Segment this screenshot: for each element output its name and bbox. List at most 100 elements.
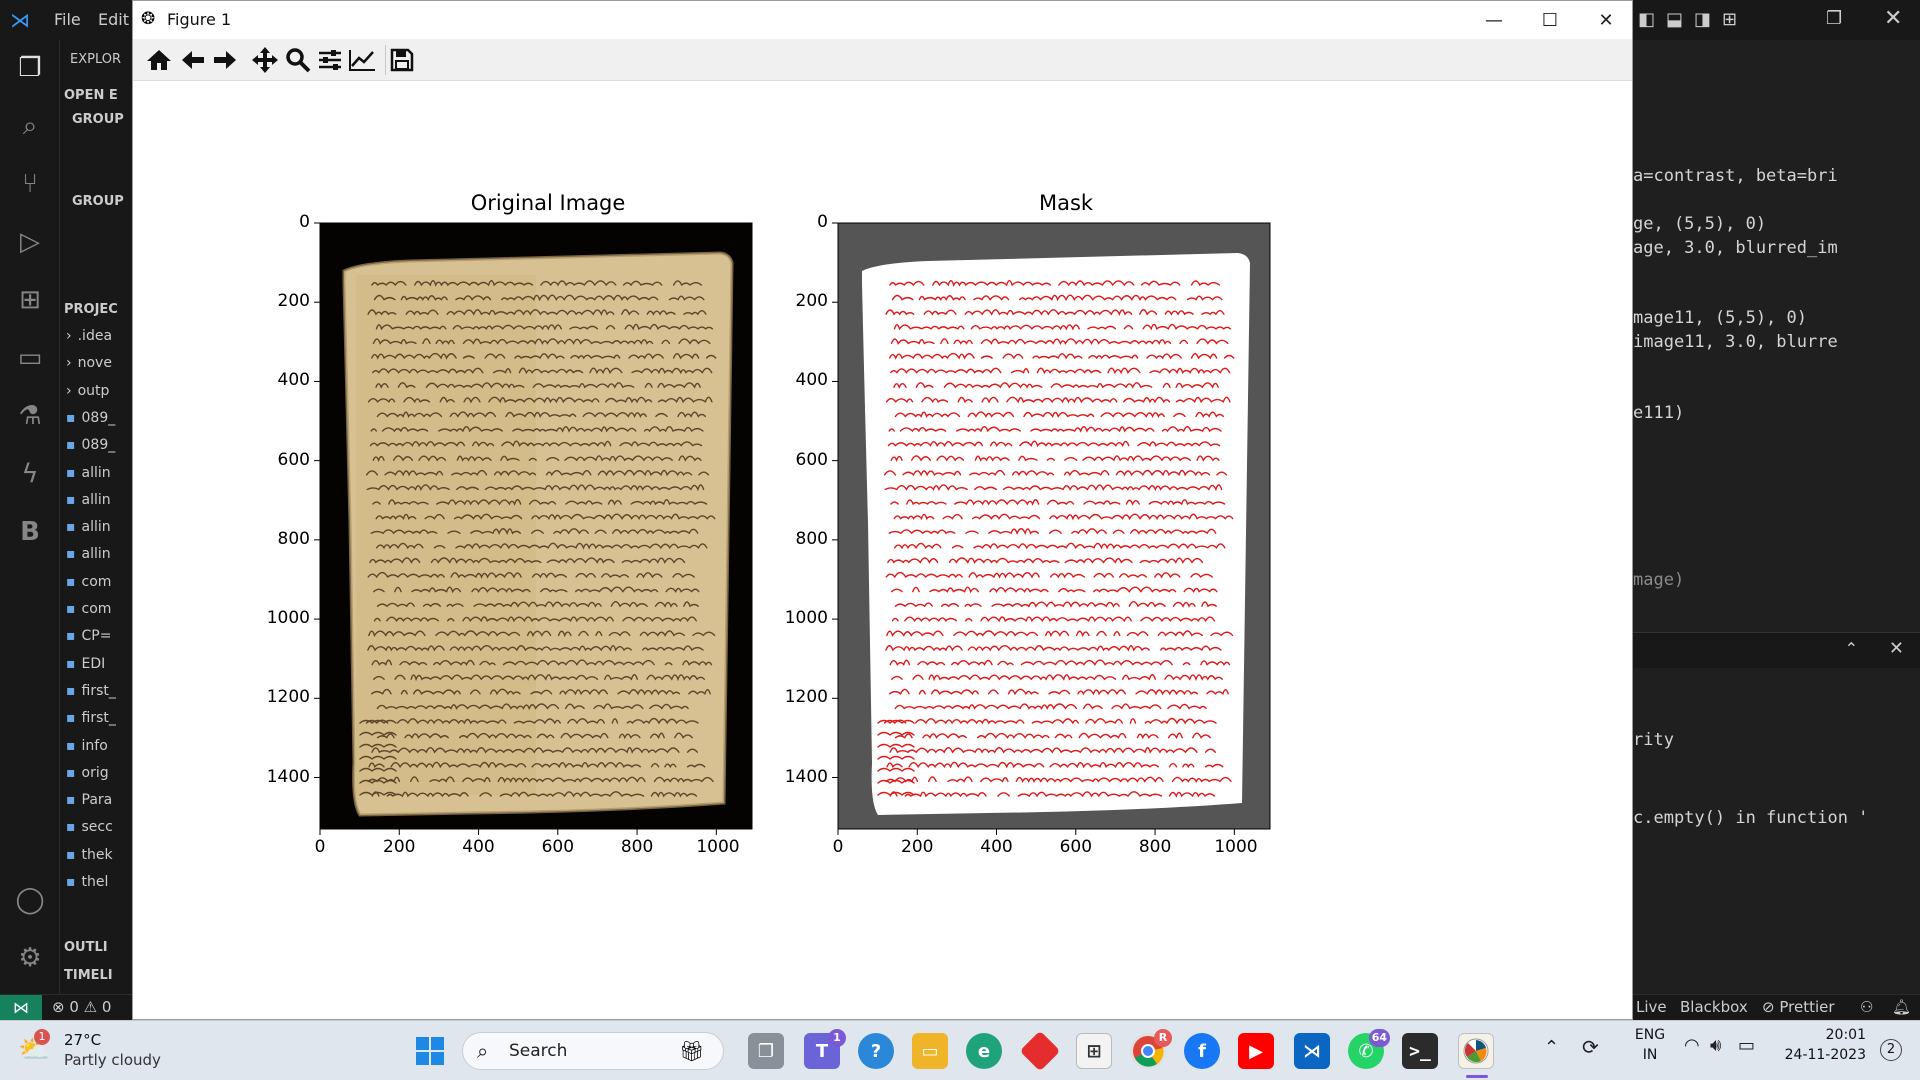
- toggle-panel-icon[interactable]: ⬓: [1666, 9, 1683, 30]
- save-button[interactable]: [385, 45, 417, 75]
- file-tree-item[interactable]: ▪ CP=: [66, 624, 111, 648]
- file-icon: ▪: [66, 874, 76, 890]
- timeline-header[interactable]: TIMELI: [64, 964, 113, 988]
- group-header[interactable]: GROUP: [72, 190, 124, 214]
- file-tree-item[interactable]: ▪ 089_: [66, 433, 115, 457]
- home-button[interactable]: [143, 45, 175, 75]
- file-tree-item[interactable]: › nove: [66, 351, 112, 375]
- show-hidden-icons-icon[interactable]: ⌃: [1544, 1037, 1559, 1058]
- y-tick-label: 400: [277, 370, 310, 391]
- file-tree-item[interactable]: ▪ thek: [66, 843, 113, 867]
- settings-gear-icon[interactable]: ⚙: [12, 940, 48, 976]
- edge-icon[interactable]: e: [966, 1033, 1002, 1069]
- microsoft-store-icon[interactable]: ⊞: [1076, 1033, 1112, 1069]
- facebook-icon[interactable]: f: [1184, 1033, 1220, 1069]
- outline-header[interactable]: OUTLI: [64, 936, 108, 960]
- file-icon: ▪: [66, 519, 76, 536]
- remote-icon[interactable]: ⋈: [0, 995, 42, 1021]
- task-view-icon[interactable]: ❐: [748, 1033, 784, 1069]
- minimize-button[interactable]: —: [1466, 1, 1522, 39]
- app-red-diamond-icon[interactable]: [1019, 1030, 1061, 1072]
- source-control-icon[interactable]: ⑂: [12, 166, 48, 202]
- battery-icon[interactable]: ▭: [1738, 1035, 1755, 1056]
- open-editors-header[interactable]: OPEN E: [64, 84, 118, 108]
- vscode-taskbar-icon[interactable]: ⋊: [1294, 1033, 1330, 1069]
- pan-button[interactable]: [249, 45, 281, 75]
- file-tree-item[interactable]: ▪ first_: [66, 706, 116, 730]
- menu-file[interactable]: File: [54, 10, 81, 29]
- file-tree-item[interactable]: ▪ allin: [66, 515, 111, 539]
- run-debug-icon[interactable]: ▷: [12, 224, 48, 260]
- group-header[interactable]: GROUP: [72, 108, 124, 132]
- testing-icon[interactable]: ⚗: [12, 398, 48, 434]
- search-icon[interactable]: ⌕: [12, 108, 48, 144]
- file-tree-item[interactable]: › .idea: [66, 324, 112, 348]
- maximize-button[interactable]: ☐: [1522, 1, 1578, 39]
- project-header[interactable]: PROJEC: [64, 298, 118, 322]
- home-icon: [147, 50, 171, 70]
- weather-widget[interactable]: ⛅ 1 27°C Partly cloudy: [18, 1029, 218, 1073]
- matplotlib-taskbar-icon[interactable]: [1458, 1033, 1494, 1069]
- live-server-item[interactable]: Live: [1636, 998, 1667, 1016]
- accounts-status-icon[interactable]: ⚇: [1860, 998, 1873, 1016]
- notification-count[interactable]: 2: [1880, 1039, 1902, 1061]
- blackbox-icon[interactable]: B: [12, 514, 48, 550]
- forward-button[interactable]: [209, 45, 241, 75]
- menu-edit[interactable]: Edit: [98, 10, 129, 29]
- file-tree-item[interactable]: ▪ orig: [66, 761, 109, 785]
- clock[interactable]: 20:01 24-11-2023: [1776, 1027, 1866, 1073]
- close-icon[interactable]: ✕: [1884, 6, 1902, 31]
- explorer-icon[interactable]: ❐: [12, 50, 48, 86]
- close-panel-icon[interactable]: ✕: [1889, 638, 1904, 659]
- file-tree-item[interactable]: › outp: [66, 379, 109, 403]
- notifications-bell-icon[interactable]: 🔔︎: [1892, 998, 1911, 1016]
- teams-icon[interactable]: T1: [804, 1029, 846, 1069]
- file-tree-item[interactable]: ▪ thel: [66, 870, 108, 894]
- file-tree-item[interactable]: ▪ info: [66, 734, 108, 758]
- account-icon[interactable]: ◯: [12, 882, 48, 918]
- restore-icon[interactable]: ❐: [1826, 8, 1842, 29]
- prettier-item[interactable]: ⊘ Prettier: [1762, 998, 1835, 1016]
- start-button[interactable]: [412, 1033, 448, 1069]
- toggle-secondary-sidebar-icon[interactable]: ◨: [1694, 9, 1711, 30]
- close-window-button[interactable]: ✕: [1578, 1, 1634, 39]
- remote-explorer-icon[interactable]: ▭: [12, 340, 48, 376]
- customize-layout-icon[interactable]: ⊞: [1722, 9, 1737, 30]
- terminal-icon[interactable]: >_: [1402, 1033, 1438, 1069]
- edit-axis-button[interactable]: [346, 45, 378, 75]
- file-tree-item[interactable]: ▪ Para: [66, 788, 112, 812]
- file-tree-item[interactable]: ▪ first_: [66, 679, 116, 703]
- configure-subplots-button[interactable]: [314, 45, 346, 75]
- wifi-icon[interactable]: ◠: [1684, 1035, 1700, 1056]
- file-explorer-icon[interactable]: ▭: [912, 1033, 948, 1069]
- file-tree-item[interactable]: ▪ com: [66, 570, 111, 594]
- file-tree-item[interactable]: ▪ allin: [66, 461, 111, 485]
- extensions-icon[interactable]: ⊞: [12, 282, 48, 318]
- file-tree-item[interactable]: ▪ allin: [66, 488, 111, 512]
- file-icon: ▪: [66, 409, 76, 426]
- file-tree-item[interactable]: ▪ secc: [66, 815, 113, 839]
- zoom-button[interactable]: [282, 45, 314, 75]
- help-icon[interactable]: ?: [858, 1033, 894, 1069]
- taskbar-search-box[interactable]: ⌕ Search 🎁︎: [462, 1032, 724, 1070]
- y-tick-label: 1000: [784, 608, 828, 629]
- youtube-icon[interactable]: ▶: [1238, 1033, 1274, 1069]
- language-indicator[interactable]: ENG IN: [1630, 1027, 1670, 1073]
- lightning-icon[interactable]: ϟ: [12, 456, 48, 492]
- file-tree-item[interactable]: ▪ com: [66, 597, 111, 621]
- chrome-icon[interactable]: R: [1130, 1029, 1172, 1069]
- file-tree-item[interactable]: ▪ allin: [66, 542, 111, 566]
- y-tick-label: 400: [795, 370, 828, 391]
- whatsapp-icon[interactable]: ✆ 64: [1348, 1029, 1390, 1069]
- maximize-panel-icon[interactable]: ⌃: [1845, 639, 1858, 658]
- file-tree-item[interactable]: ▪ EDI: [66, 652, 105, 676]
- toggle-sidebar-icon[interactable]: ◧: [1638, 9, 1655, 30]
- sync-icon[interactable]: ⟳: [1582, 1035, 1599, 1059]
- back-button[interactable]: [177, 45, 209, 75]
- volume-icon[interactable]: 🔊︎: [1710, 1035, 1721, 1056]
- file-tree-label: thel: [81, 874, 109, 890]
- figure-canvas[interactable]: Original Image Mask 0 200 400 600 800 1000 0 20…: [133, 81, 1632, 1019]
- blackbox-item[interactable]: Blackbox: [1680, 998, 1748, 1016]
- file-tree-item[interactable]: ▪ 089_: [66, 406, 115, 430]
- problems-indicator[interactable]: ⊗ 0 ⚠ 0: [52, 998, 111, 1016]
